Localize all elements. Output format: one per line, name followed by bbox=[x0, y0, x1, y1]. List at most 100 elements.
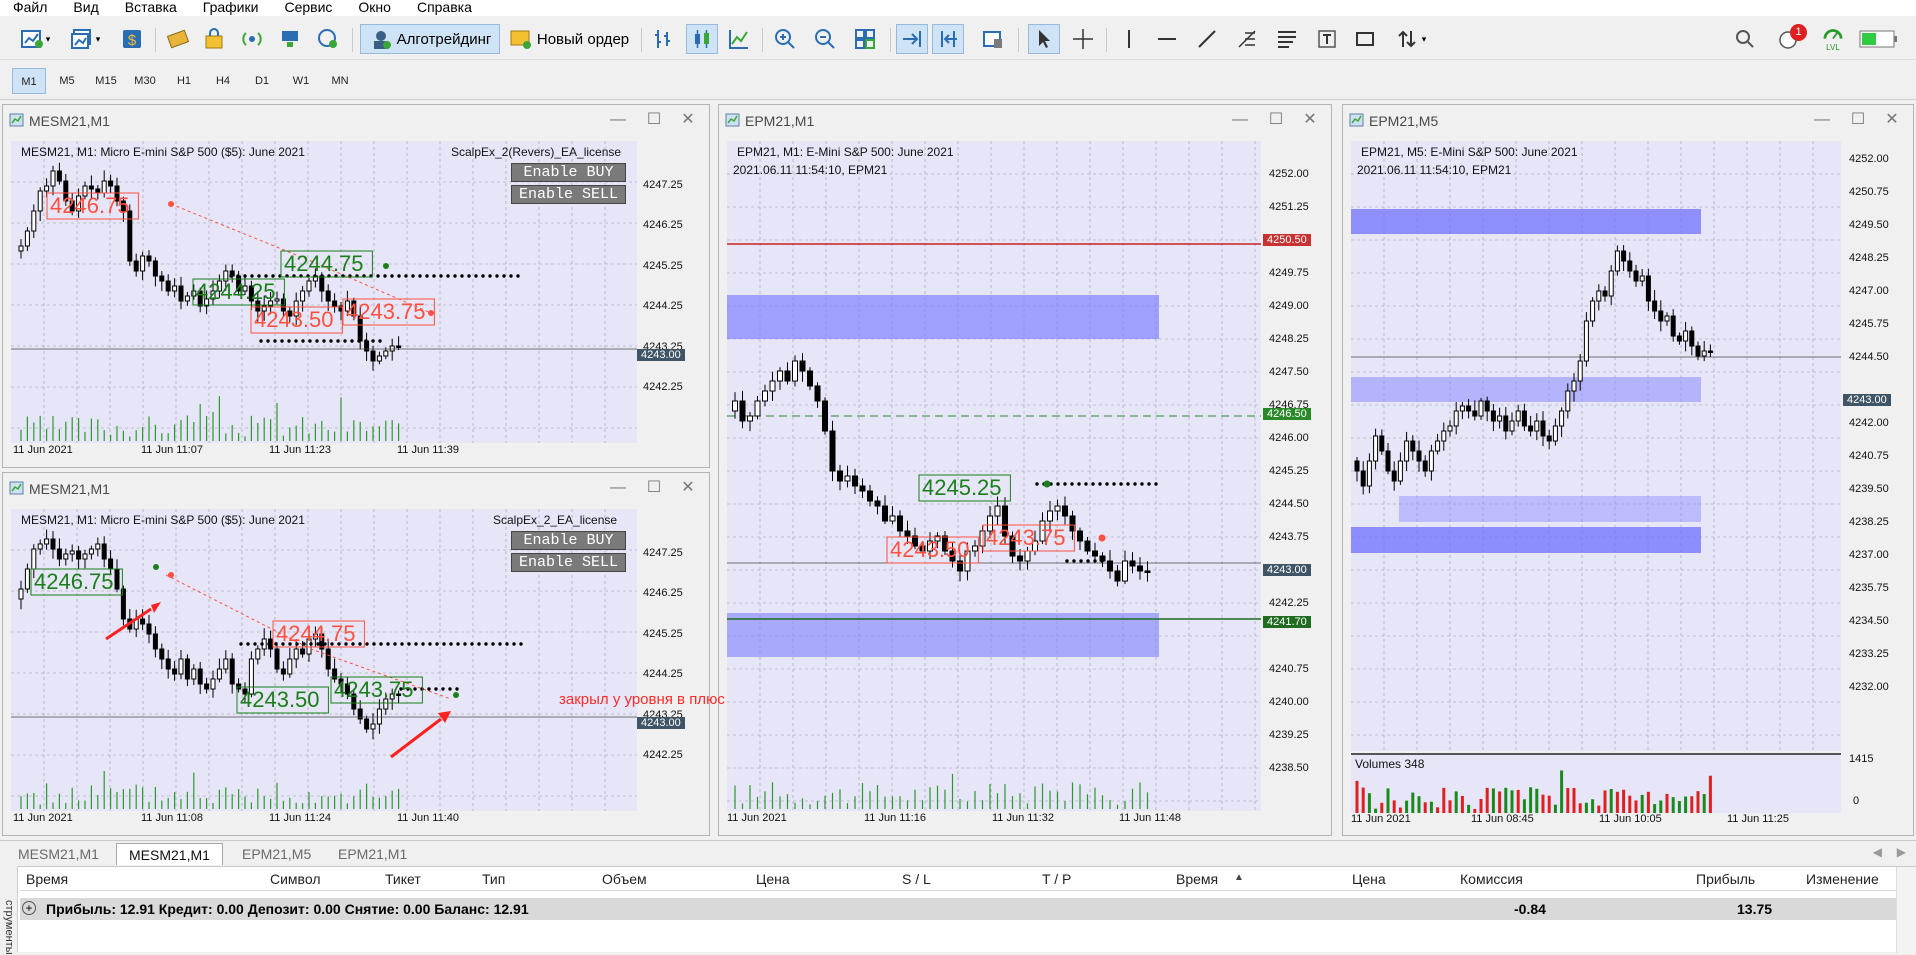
minimize-button[interactable]: — bbox=[1225, 109, 1255, 131]
close-button[interactable]: ✕ bbox=[673, 477, 703, 499]
chart-plot-area[interactable]: 4246.75 4244.75 4243.50 4243.75 MESM21, M1:… bbox=[11, 509, 637, 811]
column-header[interactable]: Объем bbox=[602, 871, 647, 887]
column-header[interactable]: S / L bbox=[902, 871, 931, 887]
strategy-tester-button[interactable] bbox=[164, 24, 192, 54]
tf-mn[interactable]: MN bbox=[323, 68, 357, 94]
enable-buy-button[interactable]: Enable BUY bbox=[511, 163, 626, 182]
chart-window-mesm21-2[interactable]: MESM21,M1 — ☐ ✕ 4246.75 4244.75 4243.50 424… bbox=[2, 472, 725, 836]
column-header[interactable]: T / P bbox=[1042, 871, 1071, 887]
column-header[interactable]: Тип bbox=[482, 871, 505, 887]
column-header[interactable]: Изменение bbox=[1806, 871, 1879, 887]
tab-epm21-m5[interactable]: EPM21,M5 bbox=[230, 843, 323, 865]
rectangle-tool-button[interactable] bbox=[1350, 24, 1380, 54]
chart-window-titlebar[interactable]: MESM21,M1 — ☐ ✕ bbox=[3, 105, 709, 135]
chart-window-mesm21-1[interactable]: MESM21,M1 — ☐ ✕ 4246.75 4244.25 4244.75 424… bbox=[2, 104, 710, 468]
line-chart-button[interactable] bbox=[724, 24, 754, 54]
minimize-button[interactable]: — bbox=[603, 109, 633, 131]
trendline-button[interactable] bbox=[1192, 24, 1222, 54]
tf-m5[interactable]: M5 bbox=[50, 68, 84, 94]
toolbox-side-tab[interactable]: струменты bbox=[0, 866, 18, 955]
chart-plot-area[interactable]: EPM21, M5: E-Mini S&P 500: June 2021 202… bbox=[1351, 141, 1841, 751]
candles-button[interactable] bbox=[686, 24, 718, 54]
vps-button[interactable] bbox=[276, 24, 304, 54]
community-button[interactable] bbox=[314, 24, 342, 54]
zoom-out-button[interactable] bbox=[810, 24, 840, 54]
tf-h1[interactable]: H1 bbox=[167, 68, 201, 94]
bar-chart-button[interactable] bbox=[648, 24, 678, 54]
autoscroll-button[interactable] bbox=[896, 24, 928, 54]
column-header[interactable]: Тикет bbox=[385, 871, 421, 887]
tab-mesm21-m1-a[interactable]: MESM21,M1 bbox=[6, 843, 111, 865]
tf-h4[interactable]: H4 bbox=[206, 68, 240, 94]
maximize-button[interactable]: ☐ bbox=[639, 477, 669, 499]
enable-sell-button[interactable]: Enable SELL bbox=[511, 553, 626, 572]
market-watch-button[interactable]: $ bbox=[118, 24, 146, 54]
close-button[interactable]: ✕ bbox=[1877, 109, 1907, 131]
lock-button[interactable] bbox=[200, 24, 228, 54]
tabs-scroll-left[interactable]: ◀ bbox=[1873, 845, 1882, 859]
minimize-button[interactable]: — bbox=[603, 477, 633, 499]
enable-sell-button[interactable]: Enable SELL bbox=[511, 185, 626, 204]
menu-tools[interactable]: Сервис bbox=[271, 0, 345, 16]
maximize-button[interactable]: ☐ bbox=[1843, 109, 1873, 131]
chart-plot-area[interactable]: 4245.25 4243.50 4243.75 EPM21, M1: E-Mini … bbox=[727, 141, 1261, 811]
horizontal-line-button[interactable] bbox=[1152, 24, 1182, 54]
column-header[interactable]: Цена bbox=[756, 871, 790, 887]
tile-windows-button[interactable] bbox=[850, 24, 880, 54]
column-header[interactable]: Цена bbox=[1352, 871, 1386, 887]
chart-window-titlebar[interactable]: EPM21,M1 — ☐ ✕ bbox=[719, 105, 1331, 135]
minimize-button[interactable]: — bbox=[1807, 109, 1837, 131]
menu-window[interactable]: Окно bbox=[345, 0, 404, 16]
column-header[interactable]: Прибыль bbox=[1696, 871, 1755, 887]
tf-d1[interactable]: D1 bbox=[245, 68, 279, 94]
algotrading-button[interactable]: Алготрейдинг bbox=[360, 24, 500, 54]
notifications-button[interactable]: 1 bbox=[1772, 24, 1807, 54]
menu-file[interactable]: Файл bbox=[0, 0, 60, 16]
tf-m1[interactable]: M1 bbox=[12, 68, 46, 94]
column-header[interactable]: Время bbox=[26, 871, 68, 887]
arrows-tool-button[interactable]: ▾ bbox=[1390, 24, 1432, 54]
cursor-tool-button[interactable] bbox=[1028, 24, 1060, 54]
text-tool-button[interactable] bbox=[1312, 24, 1342, 54]
fibo-lines-button[interactable] bbox=[1272, 24, 1302, 54]
menu-help[interactable]: Справка bbox=[404, 0, 485, 16]
tab-mesm21-m1-b[interactable]: MESM21,M1 bbox=[116, 843, 223, 865]
templates-button[interactable] bbox=[978, 24, 1008, 54]
chart-plot-area[interactable]: 4246.75 4244.25 4244.75 4243.50 4243.75 MESM… bbox=[11, 141, 637, 443]
zoom-in-button[interactable] bbox=[770, 24, 800, 54]
new-order-button[interactable]: Новый ордер bbox=[504, 24, 634, 54]
signals-button[interactable] bbox=[238, 24, 266, 54]
close-button[interactable]: ✕ bbox=[673, 109, 703, 131]
enable-buy-button[interactable]: Enable BUY bbox=[511, 531, 626, 550]
fibo-button[interactable] bbox=[1232, 24, 1262, 54]
tab-epm21-m1[interactable]: EPM21,M1 bbox=[326, 843, 419, 865]
vertical-line-button[interactable] bbox=[1114, 24, 1144, 54]
tabs-scroll-right[interactable]: ▶ bbox=[1897, 845, 1906, 859]
expand-icon[interactable]: + bbox=[22, 901, 36, 915]
menu-view[interactable]: Вид bbox=[60, 0, 111, 16]
tf-w1[interactable]: W1 bbox=[284, 68, 318, 94]
crosshair-tool-button[interactable] bbox=[1068, 24, 1098, 54]
maximize-button[interactable]: ☐ bbox=[639, 109, 669, 131]
close-button[interactable]: ✕ bbox=[1295, 109, 1325, 131]
column-header[interactable]: Время bbox=[1176, 871, 1218, 887]
chart-window-epm21-m5[interactable]: EPM21,M5 — ☐ ✕ EPM21, M5: E-Mini S&P 500… bbox=[1342, 104, 1914, 836]
balance-summary-row[interactable]: + Прибыль: 12.91 Кредит: 0.00 Депозит: 0… bbox=[20, 898, 1896, 920]
chart-window-epm21-m1[interactable]: EPM21,M1 — ☐ ✕ 4245.25 4243.50 4243.75 EPM… bbox=[718, 104, 1332, 836]
level-button[interactable]: LVL bbox=[1818, 24, 1848, 54]
tf-m15[interactable]: M15 bbox=[89, 68, 123, 94]
menu-charts[interactable]: Графики bbox=[190, 0, 272, 16]
chart-shift-button[interactable] bbox=[932, 24, 964, 54]
search-button[interactable] bbox=[1730, 24, 1760, 54]
tf-m30[interactable]: M30 bbox=[128, 68, 162, 94]
terminal-scrollbar[interactable] bbox=[1896, 867, 1916, 953]
chart-window-titlebar[interactable]: MESM21,M1 — ☐ ✕ bbox=[3, 473, 709, 503]
new-chart-button[interactable]: ▾ bbox=[12, 24, 58, 54]
column-header[interactable]: Комиссия bbox=[1460, 871, 1523, 887]
profiles-button[interactable]: ▾ bbox=[62, 24, 108, 54]
volumes-subwindow[interactable]: Volumes 348 bbox=[1351, 753, 1841, 813]
column-header[interactable]: Символ bbox=[270, 871, 320, 887]
chart-window-titlebar[interactable]: EPM21,M5 — ☐ ✕ bbox=[1343, 105, 1913, 135]
menu-insert[interactable]: Вставка bbox=[112, 0, 190, 16]
maximize-button[interactable]: ☐ bbox=[1261, 109, 1291, 131]
